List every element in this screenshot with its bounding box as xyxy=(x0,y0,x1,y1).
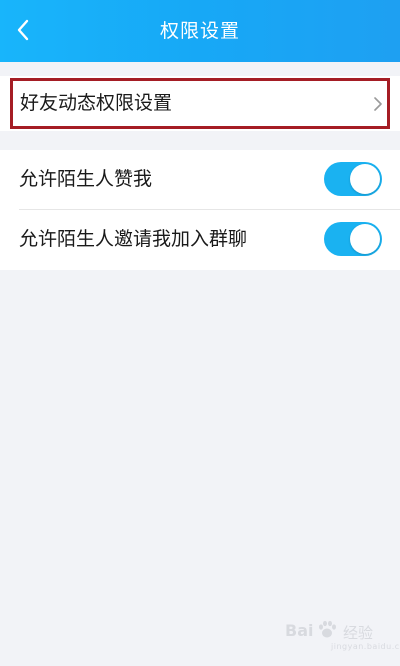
stranger-settings-section: 允许陌生人赞我 允许陌生人邀请我加入群聊 xyxy=(0,150,400,270)
allow-stranger-like-switch[interactable] xyxy=(324,162,382,196)
header-bar: 权限设置 xyxy=(0,0,400,62)
watermark-brand: Bai xyxy=(285,621,314,640)
watermark-brand-cn: 经验 xyxy=(343,624,374,642)
toggle-row-allow-stranger-invite: 允许陌生人邀请我加入群聊 xyxy=(0,210,400,269)
switch-knob xyxy=(350,224,380,254)
toggle-row-allow-stranger-like: 允许陌生人赞我 xyxy=(0,150,400,210)
switch-knob xyxy=(350,164,380,194)
page-title: 权限设置 xyxy=(159,20,240,42)
allow-stranger-invite-switch[interactable] xyxy=(324,222,382,256)
watermark-url: jingyan.baidu.com xyxy=(331,642,400,651)
friend-feed-permission-label: 好友动态权限设置 xyxy=(20,92,173,114)
allow-stranger-invite-label: 允许陌生人邀请我加入群聊 xyxy=(19,228,248,250)
allow-stranger-like-label: 允许陌生人赞我 xyxy=(19,168,153,190)
baidu-jingyan-watermark: Bai 经验 jingyan.baidu.com xyxy=(283,616,400,656)
friend-settings-section: 好友动态权限设置 xyxy=(0,76,400,131)
chevron-right-icon xyxy=(374,97,382,111)
friend-feed-permission-row[interactable]: 好友动态权限设置 xyxy=(10,78,390,129)
paw-icon xyxy=(319,620,336,638)
